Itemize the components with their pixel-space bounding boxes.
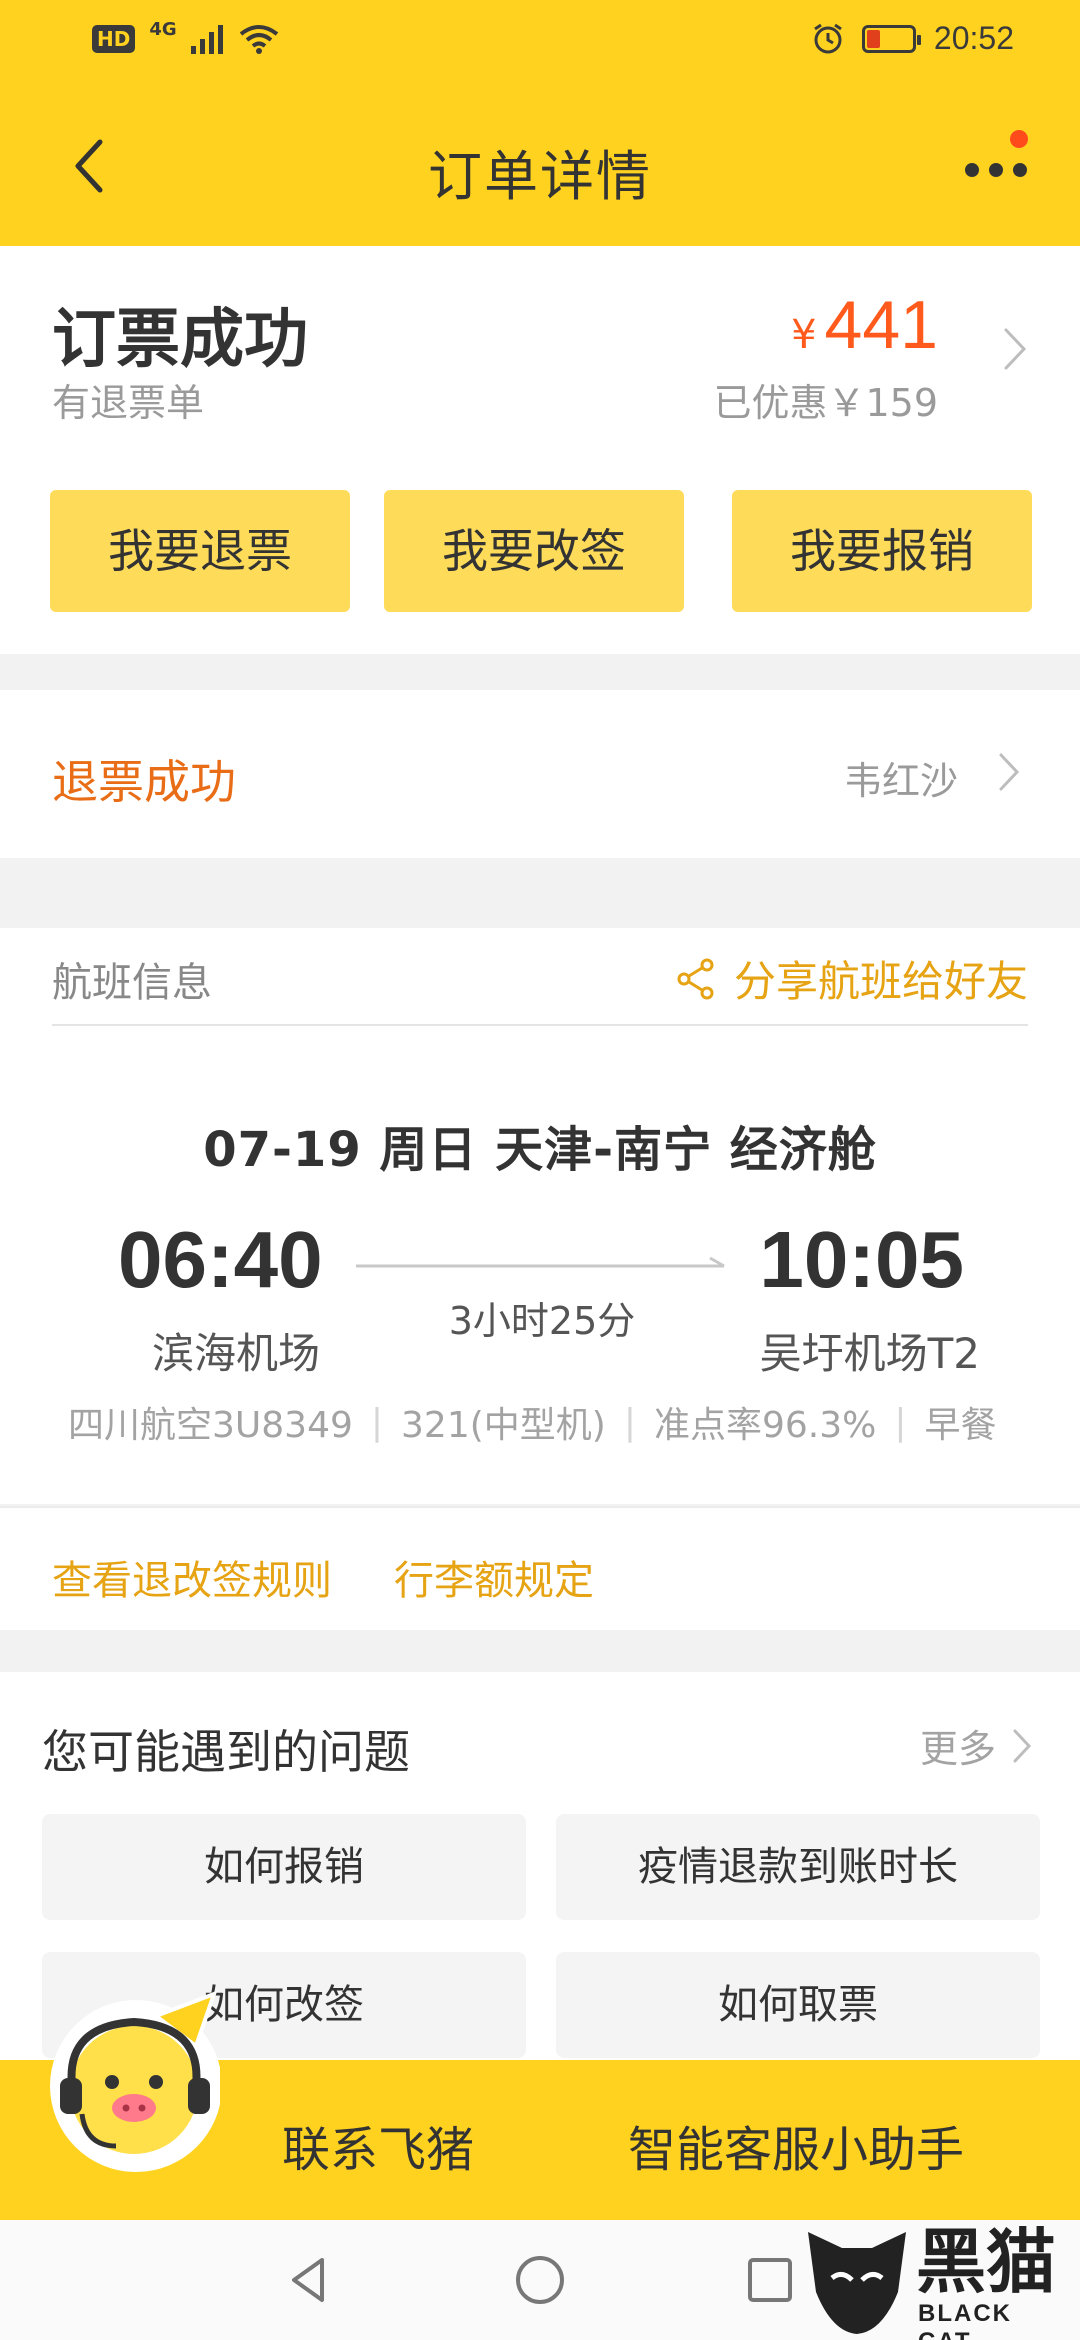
faq-more-button[interactable]: 更多	[920, 1718, 1032, 1773]
on-time-rate: 准点率96.3%	[653, 1405, 877, 1446]
reimbursement-button[interactable]: 我要报销	[732, 490, 1032, 612]
faq-item[interactable]: 如何报销	[42, 1814, 526, 1920]
meta-separator: |	[894, 1401, 907, 1443]
chevron-right-icon	[1004, 328, 1027, 370]
page-title: 订单详情	[428, 145, 652, 208]
arrival-airport: 吴圩机场T2	[759, 1329, 980, 1378]
app-header: HD 4G 20:52 订单详情	[0, 0, 1080, 246]
change-rules-link[interactable]: 查看退改签规则	[52, 1548, 332, 1606]
aircraft-type: 321(中型机)	[401, 1405, 606, 1446]
navigation-bar: 订单详情	[0, 86, 1080, 246]
share-label: 分享航班给好友	[733, 957, 1028, 1006]
notification-dot	[1010, 130, 1028, 148]
signal-icon	[190, 25, 223, 54]
refund-ticket-button[interactable]: 我要退票	[50, 490, 350, 612]
ai-assistant-button[interactable]: 智能客服小助手	[628, 2110, 964, 2180]
system-home-icon[interactable]	[510, 2250, 570, 2310]
share-flight-button[interactable]: 分享航班给好友	[676, 948, 1028, 1009]
battery-icon	[861, 24, 921, 53]
departure-time: 06:40	[118, 1215, 323, 1304]
wifi-icon	[239, 25, 278, 54]
status-bar: HD 4G 20:52	[0, 0, 1080, 86]
rules-links: 查看退改签规则 行李额规定	[0, 1506, 1080, 1630]
refund-chevron	[998, 752, 1020, 792]
order-actions: 我要退票 我要改签 我要报销	[50, 490, 1032, 612]
change-ticket-button[interactable]: 我要改签	[384, 490, 684, 612]
order-status: 订票成功	[52, 303, 308, 377]
arrival-time: 10:05	[759, 1215, 964, 1304]
black-cat-watermark: 黑猫 BLACK CAT	[802, 2221, 1074, 2340]
faq-item[interactable]: 如何取票	[556, 1952, 1040, 2058]
flight-summary: 07-19 周日 天津-南宁 经济舱	[203, 1122, 877, 1178]
price-detail-button[interactable]	[1002, 326, 1028, 372]
faq-more-label: 更多	[919, 1727, 996, 1771]
flight-duration: 3小时25分	[448, 1299, 636, 1343]
faq-item[interactable]: 疫情退款到账时长	[556, 1814, 1040, 1920]
refund-status: 退票成功	[52, 755, 236, 809]
status-left: HD 4G	[92, 19, 279, 54]
flight-info-card: 航班信息 分享航班给好友 07-19 周日 天津-南宁 经济舱 06:40 10…	[0, 928, 1080, 1504]
contact-fliggy-button[interactable]: 联系飞猪	[282, 2110, 474, 2180]
chevron-right-icon	[1013, 1729, 1032, 1762]
hd-badge: HD	[92, 25, 136, 53]
status-right: 20:52	[812, 20, 1014, 57]
departure-airport: 滨海机场	[152, 1329, 321, 1378]
currency-symbol: ¥	[791, 312, 817, 358]
flight-section-title: 航班信息	[52, 960, 212, 1006]
meal-info: 早餐	[924, 1405, 997, 1446]
order-summary-card: 订票成功 有退票单 ¥ 441 已优惠￥159 我要退票 我要改签 我要报销	[0, 246, 1080, 654]
meta-separator: |	[623, 1401, 636, 1443]
faq-title: 您可能遇到的问题	[42, 1725, 410, 1779]
cat-logo-icon	[808, 2232, 906, 2334]
clock: 20:52	[933, 20, 1014, 56]
discount-text: 已优惠￥159	[713, 381, 938, 425]
flight-meta: 四川航空3U8349 | 321(中型机) | 准点率96.3% | 早餐	[68, 1396, 997, 1448]
order-price[interactable]: ¥ 441	[791, 286, 938, 364]
fliggy-mascot-icon[interactable]	[46, 1986, 220, 2176]
order-substatus: 有退票单	[52, 381, 205, 425]
price-amount: 441	[824, 287, 938, 363]
battery-level	[866, 29, 880, 48]
route-arrow-icon	[356, 1256, 725, 1268]
chevron-right-icon	[999, 753, 1020, 791]
divider	[52, 1024, 1028, 1026]
system-recents-icon[interactable]	[740, 2250, 800, 2310]
watermark-text: 黑猫	[916, 2221, 1056, 2303]
baggage-rules-link[interactable]: 行李额规定	[394, 1548, 594, 1606]
watermark-subtext: BLACK CAT	[918, 2300, 1012, 2340]
more-menu-button[interactable]	[958, 130, 1038, 200]
network-type: 4G	[149, 18, 177, 40]
meta-separator: |	[370, 1401, 384, 1443]
share-icon	[677, 958, 714, 999]
refund-passenger: 韦红沙	[843, 759, 958, 803]
refund-status-row[interactable]: 退票成功 韦红沙	[0, 690, 1080, 858]
alarm-icon	[814, 23, 842, 53]
system-back-icon[interactable]	[280, 2250, 340, 2310]
airline-flight-number: 四川航空3U8349	[68, 1405, 353, 1446]
